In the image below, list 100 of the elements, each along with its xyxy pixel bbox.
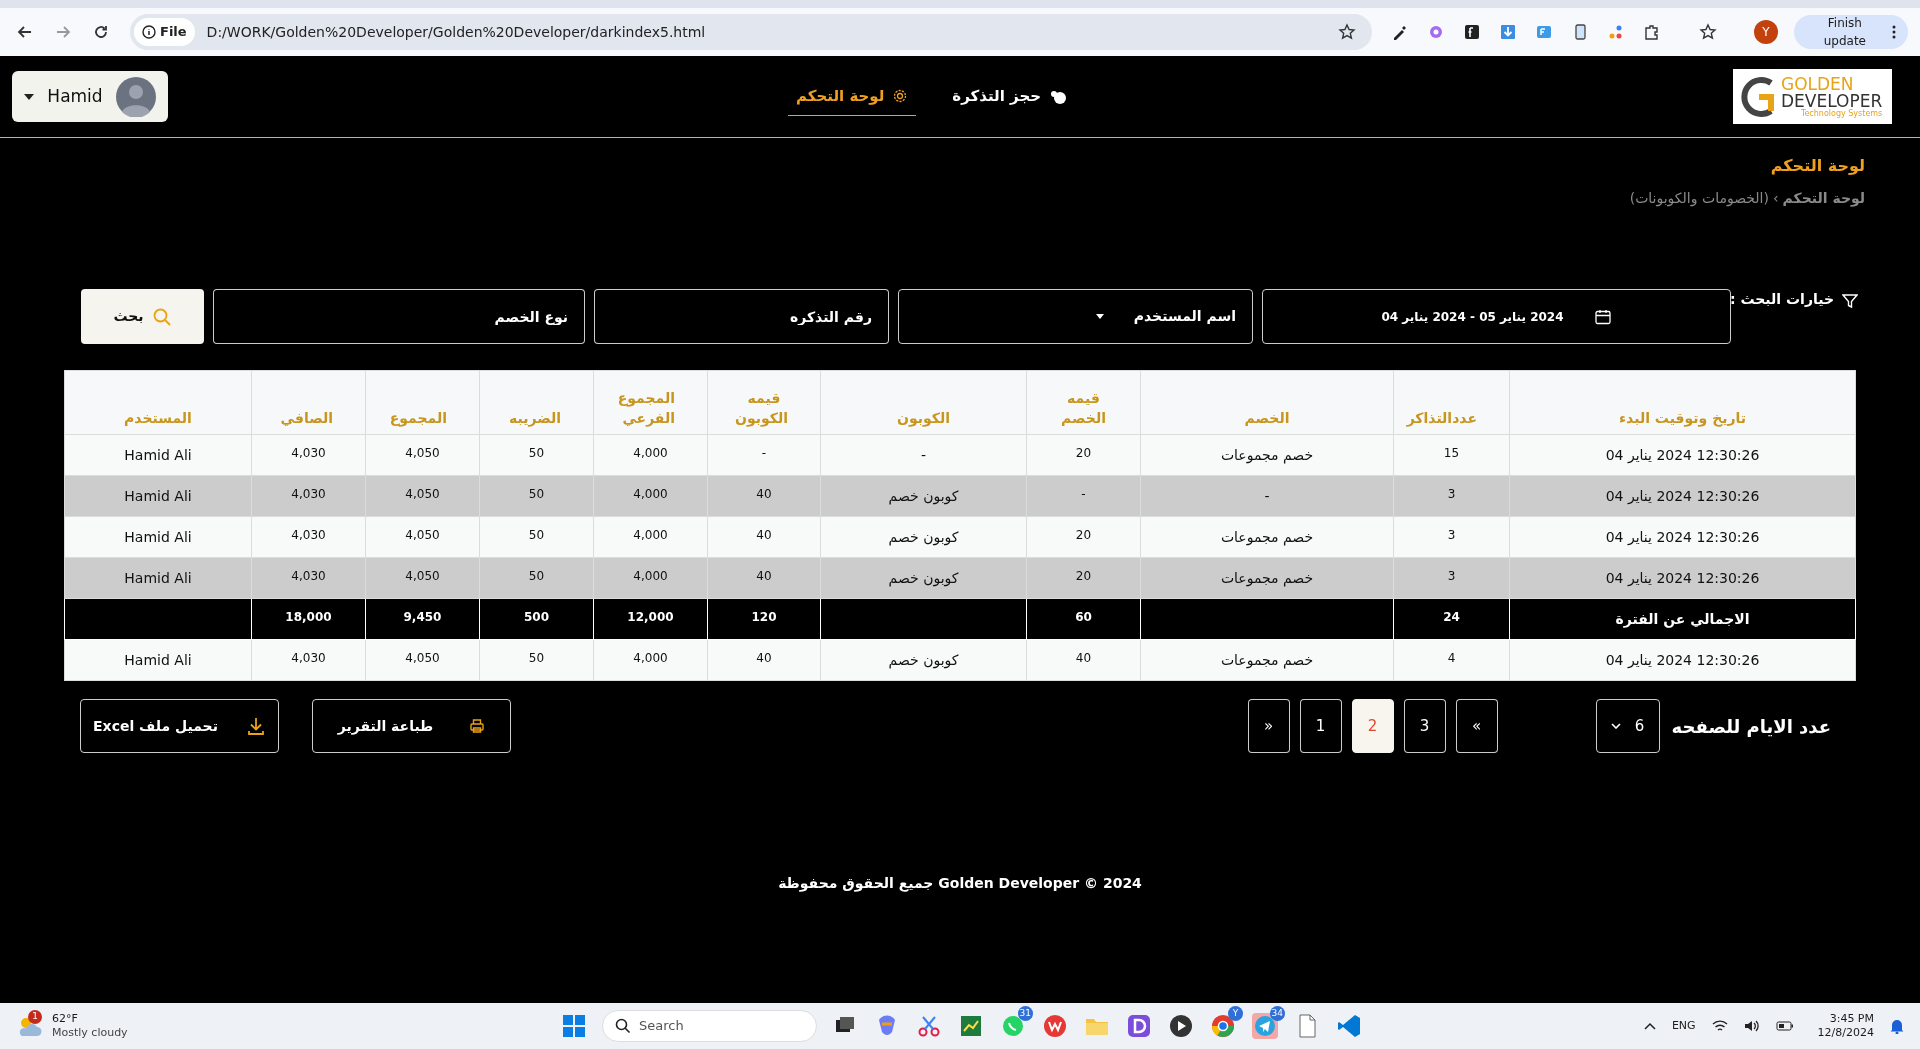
table-cell: 4,050 — [365, 639, 480, 681]
download-icon — [245, 716, 266, 736]
table-cell: 4,000 — [593, 434, 708, 476]
page-button[interactable]: 1 — [1299, 699, 1342, 753]
table-cell: 12:30:26 2024 يناير 04 — [1509, 639, 1856, 681]
table-cell: 20 — [1026, 557, 1141, 599]
table-cell: 4 — [1393, 639, 1510, 681]
table-cell: 4,030 — [251, 516, 366, 558]
column-header: المجموع الفرعي — [593, 370, 708, 435]
table-cell: 3 — [1393, 475, 1510, 517]
column-header: عددالتذاكر — [1393, 370, 1510, 435]
table-cell: Hamid Ali — [64, 475, 252, 517]
notification-badge: Y — [1228, 1006, 1243, 1021]
nav-link[interactable]: حجز التذكرة — [944, 77, 1075, 116]
reload-icon[interactable] — [92, 23, 110, 41]
table-cell: 50 — [479, 639, 594, 681]
table-cell: - — [1140, 475, 1394, 517]
address-bar[interactable]: File D:/WORK/Golden%20Developer/Golden%20Developer/darkindex5.html — [130, 14, 1373, 50]
table-cell: Hamid Ali — [64, 434, 252, 476]
play-icon[interactable] — [1167, 1012, 1195, 1040]
caret-icon — [1095, 314, 1104, 319]
finish-update-button[interactable]: Finish update — [1793, 15, 1908, 49]
table-cell: 4,030 — [251, 557, 366, 599]
search-icon — [615, 1018, 631, 1034]
bell-icon[interactable] — [1890, 1018, 1904, 1034]
chevron-down-icon — [1610, 723, 1621, 729]
table-cell: 4,000 — [593, 639, 708, 681]
column-header: الصافي — [251, 370, 366, 435]
breadcrumb-current: (الخصومات والكوبونات) — [1629, 189, 1769, 209]
d-app-icon[interactable] — [1125, 1012, 1153, 1040]
code-editor-icon[interactable] — [1335, 1012, 1363, 1040]
table-cell: 4,030 — [251, 475, 366, 517]
weather-temperature: 62°F — [52, 1012, 79, 1026]
notification-badge: 1 — [28, 1010, 42, 1024]
chevron-up-icon — [1643, 1022, 1656, 1030]
page-button[interactable]: « — [1247, 699, 1290, 753]
column-header: قيمه الخصم — [1026, 370, 1141, 435]
windows-icon[interactable] — [560, 1012, 588, 1040]
table-cell: 4,000 — [593, 516, 708, 558]
battery-icon[interactable] — [1775, 1021, 1794, 1031]
profile-avatar[interactable]: Y — [1754, 20, 1778, 44]
speaker-icon[interactable] — [1743, 1019, 1760, 1033]
column-header: المجموع — [365, 370, 480, 435]
breadcrumb-separator: › — [1772, 189, 1779, 208]
table-cell: 500 — [479, 598, 594, 640]
logo-title: GOLDEN — [1781, 75, 1855, 93]
clock-date[interactable]: 12/8/2024 — [1817, 1026, 1874, 1040]
search-button[interactable]: بحث — [81, 289, 204, 344]
logo-tagline: Technology Systems — [1800, 109, 1883, 118]
bookmark-star-icon[interactable] — [1338, 23, 1357, 41]
table-cell: 12:30:26 2024 يناير 04 — [1509, 434, 1856, 476]
column-header: المستخدم — [64, 370, 252, 435]
input-field[interactable]: نوع الخصم — [213, 289, 585, 344]
clock-time[interactable]: 3:45 PM — [1829, 1012, 1874, 1026]
page-button[interactable]: 3 — [1403, 699, 1446, 753]
print-button[interactable]: طباعة التقرير — [312, 699, 511, 753]
input-field[interactable]: رقم التذكره — [594, 289, 889, 344]
table-cell: 4,050 — [365, 475, 480, 517]
table-cell: كوبون خصم — [820, 475, 1027, 517]
url-text: D:/WORK/Golden%20Developer/Golden%20Developer/darkindex5.html — [206, 22, 707, 42]
bookmarks-star-icon[interactable] — [1698, 22, 1719, 42]
user-select[interactable]: اسم المستخدم — [898, 289, 1253, 344]
table-cell: 4,000 — [593, 557, 708, 599]
caret-icon — [24, 93, 34, 100]
avatar — [116, 76, 156, 117]
gear-icon — [892, 88, 909, 104]
table-cell: 15 — [1393, 434, 1510, 476]
table-cell: Hamid Ali — [64, 516, 252, 558]
column-header: الضريبه — [479, 370, 594, 435]
table-cell: 12:30:26 2024 يناير 04 — [1509, 475, 1856, 517]
total-label: الاجمالي عن الفترة — [1509, 598, 1856, 640]
table-cell: 40 — [1026, 639, 1141, 681]
page-button[interactable]: 2 — [1351, 699, 1394, 753]
table-cell: كوبون خصم — [820, 639, 1027, 681]
excel-download-button[interactable]: تحميل ملف Excel — [80, 699, 279, 753]
table-cell: خصم مجموعات — [1140, 639, 1394, 681]
table-cell: 60 — [1026, 598, 1141, 640]
page-button[interactable]: » — [1455, 699, 1498, 753]
copyright-text: جميع الحقوق محفوظة Golden Developer © 2024 — [778, 874, 1142, 894]
language-indicator[interactable]: ENG — [1671, 1017, 1696, 1035]
table-cell: 40 — [707, 557, 821, 599]
table-cell: خصم مجموعات — [1140, 557, 1394, 599]
date-range-field[interactable]: 2024 يناير 05 - 2024 يناير 04 — [1262, 289, 1731, 344]
table-cell: Hamid Ali — [64, 557, 252, 599]
column-header: الخصم — [1140, 370, 1394, 435]
table-cell: 9,450 — [365, 598, 480, 640]
w-app-icon[interactable] — [1041, 1012, 1069, 1040]
more-icon — [1892, 25, 1896, 39]
page-size-select[interactable]: 6 — [1595, 699, 1660, 753]
nav-link[interactable]: لوحة التحكم — [788, 77, 917, 116]
table-cell: 40 — [707, 475, 821, 517]
wifi-icon[interactable] — [1711, 1019, 1728, 1033]
search-icon — [151, 306, 172, 327]
site-info-chip[interactable]: File — [134, 18, 195, 46]
user-menu-button[interactable]: Hamid — [12, 71, 168, 122]
search-field[interactable]: Search — [602, 1010, 817, 1042]
table-cell: 50 — [479, 434, 594, 476]
breadcrumb-link[interactable]: لوحة التحكم — [1782, 188, 1865, 209]
table-cell: 20 — [1026, 516, 1141, 558]
table-cell: 4,050 — [365, 434, 480, 476]
